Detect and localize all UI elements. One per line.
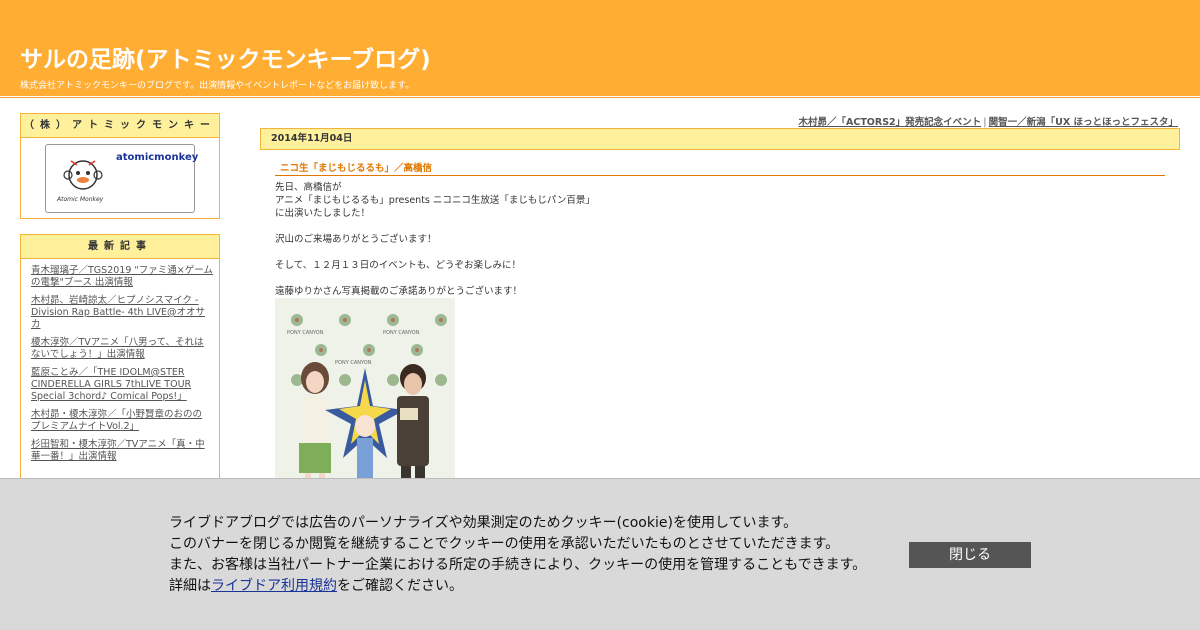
cookie-banner: ライブドアブログでは広告のパーソナライズや効果測定のためクッキー(cookie)… bbox=[0, 478, 1200, 630]
recent-posts-box: 最新記事 青木瑠璃子／TGS2019 "ファミ通×ゲームの電撃"ブース 出演情報… bbox=[20, 234, 220, 484]
entry-navigation: 木村昴／「ACTORS2」発売記念イベント | 関智一／新潟「UX ほっとほっとフェ… bbox=[799, 114, 1179, 128]
cookie-details-prefix: 詳細は bbox=[169, 578, 211, 594]
recent-post-link[interactable]: 杉田智和・榎木淳弥／TVアニメ「真・中華一番！」出演情報 bbox=[31, 439, 213, 463]
cookie-close-button[interactable]: 閉じる bbox=[909, 542, 1031, 568]
recent-post-link[interactable]: 木村昴、岩崎諒太／ヒプノシスマイク -Division Rap Battle- … bbox=[31, 295, 213, 331]
entry-line: 遠藤ゆりかさん写真掲載のご承諾ありがとうございます！ bbox=[275, 286, 523, 297]
entry-line bbox=[275, 272, 875, 285]
cookie-line: また、お客様は当社パートナー企業における所定の手続きにより、クッキーの使用を管理… bbox=[169, 557, 867, 573]
header-divider bbox=[0, 97, 1200, 98]
svg-text:PONY CANYON: PONY CANYON bbox=[287, 330, 324, 336]
profile-name-link[interactable]: atomicmonkey bbox=[116, 152, 198, 163]
entry-line: に出演いたしました！ bbox=[275, 208, 371, 219]
entry-line: 先日、高橋信が bbox=[275, 182, 342, 193]
entry-line: 沢山のご来場ありがとうございます！ bbox=[275, 234, 437, 245]
entry-date: 2014年11月04日 bbox=[260, 128, 1180, 150]
blog-description: 株式会社アトミックモンキーのブログです。出演情報やイベントレポートなどをお届け致… bbox=[20, 81, 415, 91]
cookie-line: 詳細はライブドア利用規約をご確認ください。 bbox=[169, 576, 866, 597]
blog-title[interactable]: サルの足跡(アトミックモンキーブログ) bbox=[20, 40, 431, 74]
entry-title[interactable]: ニコ生「まじもじるるも」／高橋信 bbox=[275, 160, 1165, 176]
cookie-message: ライブドアブログでは広告のパーソナライズや効果測定のためクッキー(cookie)… bbox=[169, 513, 866, 597]
entry-line: アニメ「まじもじるるも」presents ニコニコ生放送「まじもじパン百景」 bbox=[275, 195, 595, 206]
entry-line bbox=[275, 220, 875, 233]
blog-header: サルの足跡(アトミックモンキーブログ) 株式会社アトミックモンキーのブログです。… bbox=[0, 0, 1200, 96]
entry-body: 先日、高橋信が アニメ「まじもじるるも」presents ニコニコ生放送「まじも… bbox=[275, 181, 875, 298]
entry-line: そして、１２月１３日のイベントも、どうぞお楽しみに！ bbox=[275, 260, 521, 271]
prev-entry-link[interactable]: 木村昴／「ACTORS2」発売記念イベント bbox=[799, 117, 982, 128]
recent-post-link[interactable]: 藍原ことみ／「THE IDOLM@STER CINDERELLA GIRLS 7… bbox=[31, 367, 213, 403]
entry-photo[interactable]: PONY CANYON PONY CANYON PONY CANYON bbox=[275, 298, 455, 488]
recent-post-link[interactable]: 榎木淳弥／TVアニメ「八男って、それはないでしょう！」出演情報 bbox=[31, 337, 213, 361]
nav-separator: | bbox=[983, 117, 987, 128]
recent-posts-list: 青木瑠璃子／TGS2019 "ファミ通×ゲームの電撃"ブース 出演情報 木村昴、… bbox=[21, 259, 219, 463]
recent-posts-heading: 最新記事 bbox=[21, 235, 219, 259]
cookie-line: このバナーを閉じるか閲覧を継続することでクッキーの使用を承認いただいたものとさせ… bbox=[169, 536, 840, 552]
recent-post-link[interactable]: 木村昴・榎木淳弥／「小野賢章のおのの プレミアムナイトVol.2」 bbox=[31, 409, 213, 433]
svg-text:PONY CANYON: PONY CANYON bbox=[383, 330, 420, 336]
svg-text:PONY CANYON: PONY CANYON bbox=[335, 360, 372, 366]
terms-link[interactable]: ライブドア利用規約 bbox=[211, 578, 337, 594]
entry-line bbox=[275, 246, 875, 259]
profile-card[interactable]: Atomic Monkey atomicmonkey bbox=[45, 144, 198, 213]
cookie-line: ライブドアブログでは広告のパーソナライズや効果測定のためクッキー(cookie)… bbox=[169, 515, 798, 531]
atomic-monkey-logo-icon[interactable]: Atomic Monkey bbox=[51, 151, 111, 207]
recent-post-link[interactable]: 青木瑠璃子／TGS2019 "ファミ通×ゲームの電撃"ブース 出演情報 bbox=[31, 265, 213, 289]
cookie-details-suffix: をご確認ください。 bbox=[337, 578, 463, 594]
next-entry-link[interactable]: 関智一／新潟「UX ほっとほっとフェスタ」 bbox=[989, 117, 1178, 128]
profile-heading: （株）アトミックモンキー bbox=[21, 114, 219, 138]
profile-box: （株）アトミックモンキー Atomic Monkey atomicmonkey bbox=[20, 113, 220, 219]
svg-text:Atomic Monkey: Atomic Monkey bbox=[56, 196, 104, 203]
